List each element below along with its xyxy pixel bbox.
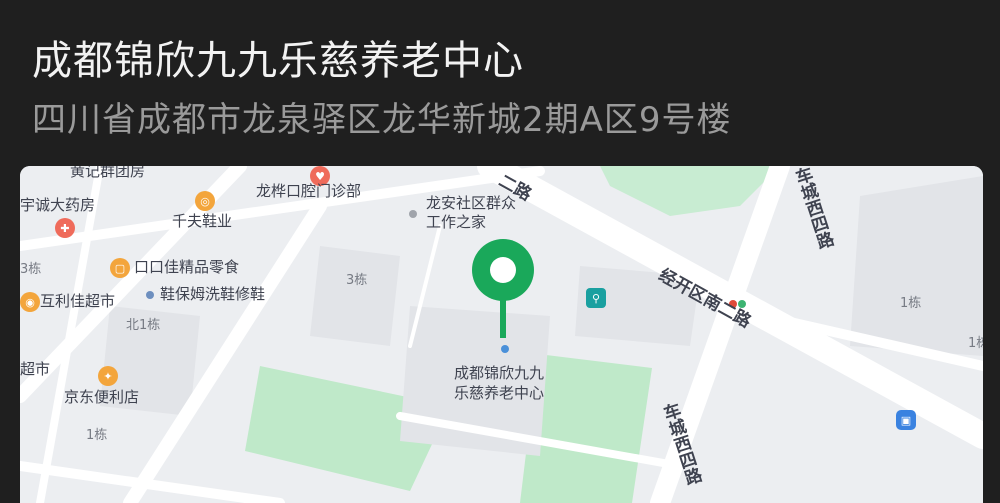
map-label: 1栋 [86, 428, 108, 443]
map-label: 成都锦欣九九 [454, 364, 545, 382]
snack-shop-icon[interactable]: ▢ [110, 258, 130, 278]
pharmacy-icon[interactable]: ✚ [55, 218, 75, 238]
map-label: 1栋 [968, 336, 983, 351]
place-address: 四川省成都市龙泉驿区龙华新城2期A区9号楼 [32, 100, 732, 140]
bus-stop-icon[interactable]: ▣ [896, 410, 916, 430]
community-dot [409, 210, 417, 218]
map-label: 口口佳精品零食 [134, 258, 240, 276]
map-label: 宇诚大药房 [20, 196, 96, 214]
map-label: 3栋 [346, 273, 368, 288]
restroom-icon[interactable]: ⚲ [586, 288, 606, 308]
map-label: 工作之家 [426, 213, 487, 231]
map-view[interactable]: ✚ ◎ ♥ ▢ ◉ ✦ ⚲ ▣ 黄记群团房 宇诚大药房 龙桦口腔门诊部 龙安社区… [20, 166, 983, 503]
map-label: 北1栋 [126, 318, 161, 333]
shop-icon[interactable]: ◎ [195, 191, 215, 211]
place-title: 成都锦欣九九乐慈养老中心 [32, 38, 524, 84]
map-label: 超市 [20, 360, 51, 378]
map-label: 千夫鞋业 [172, 212, 233, 230]
map-label: 黄记群团房 [70, 166, 146, 180]
map-label: 鞋保姆洗鞋修鞋 [160, 285, 266, 303]
map-canvas [20, 166, 983, 503]
convenience-store-icon[interactable]: ✦ [98, 366, 118, 386]
map-label: 互利佳超市 [40, 292, 116, 310]
map-label: 龙安社区群众 [426, 194, 517, 212]
shoe-repair-dot [146, 291, 154, 299]
map-label: 乐慈养老中心 [454, 384, 545, 402]
map-label: 龙桦口腔门诊部 [256, 182, 362, 200]
supermarket-icon[interactable]: ◉ [20, 292, 40, 312]
map-label: 1栋 [900, 296, 922, 311]
map-label: 京东便利店 [64, 388, 140, 406]
map-label: 3栋 [20, 262, 42, 277]
